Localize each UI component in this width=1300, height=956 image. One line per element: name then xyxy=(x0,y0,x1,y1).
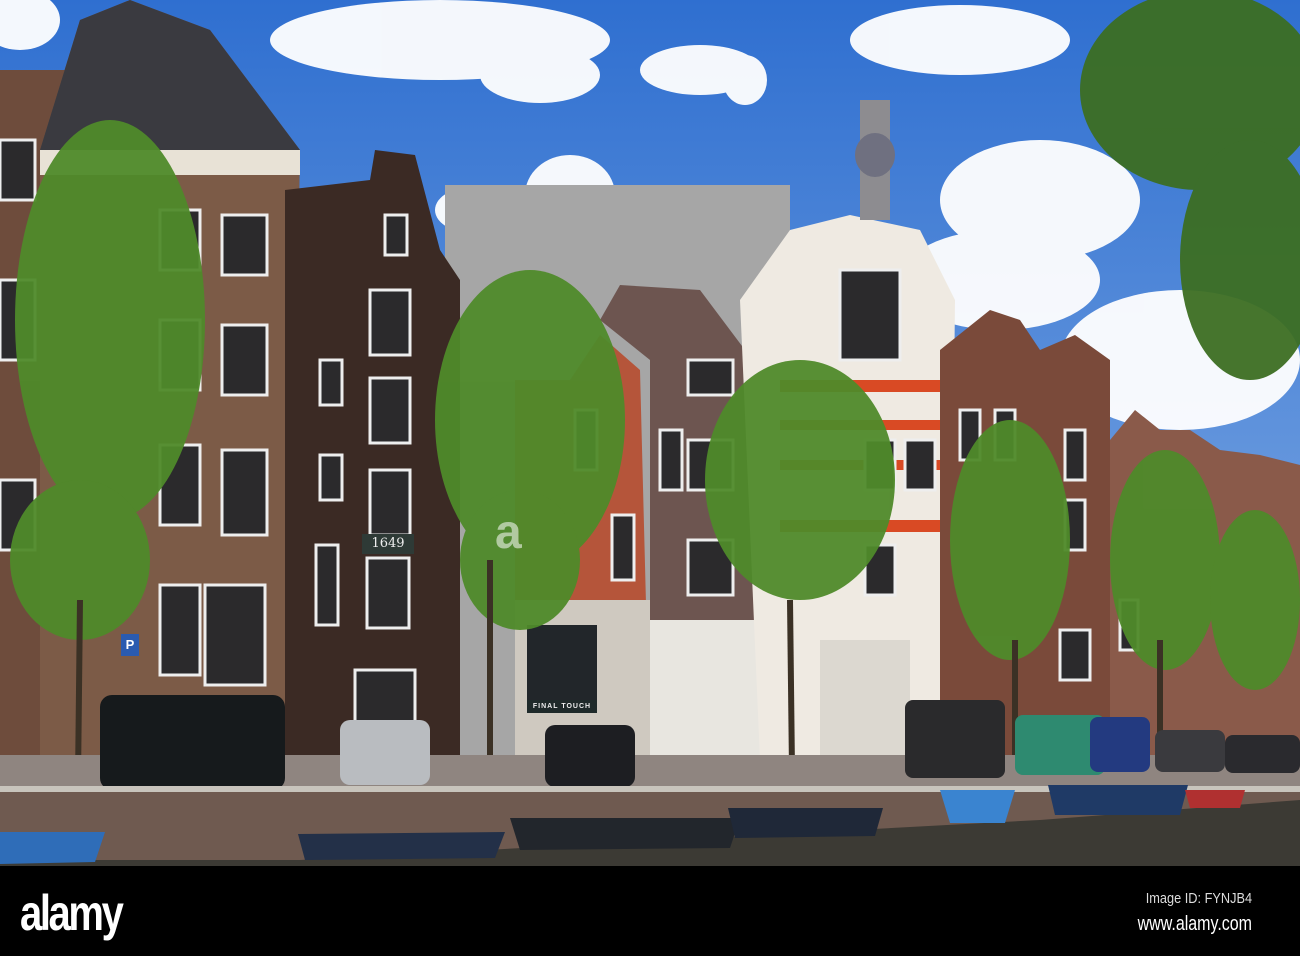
parking-sign: P xyxy=(121,634,139,656)
photo-scene: 1649 FINAL TOUCH P a alamy Image ID: FYN… xyxy=(0,0,1300,956)
boat-navy xyxy=(1048,785,1188,815)
watermark-footer: alamy Image ID: FYNJB4 www.alamy.com xyxy=(0,866,1300,956)
boat-covered xyxy=(510,818,740,850)
car-black-suv xyxy=(100,695,285,790)
car-silver xyxy=(340,720,430,785)
car-black xyxy=(545,725,635,787)
image-id: Image ID: FYNJB4 xyxy=(1145,890,1252,907)
boat-blue-cover xyxy=(0,832,105,864)
boat-blue-tarp xyxy=(940,790,1015,823)
van-blue xyxy=(1090,717,1150,772)
car-grey xyxy=(1155,730,1225,772)
shop-window xyxy=(527,625,597,700)
alamy-logo: alamy xyxy=(20,885,124,941)
shop-sign: FINAL TOUCH xyxy=(527,700,597,713)
watermark-mark: a xyxy=(495,506,522,559)
van-dark xyxy=(905,700,1005,778)
canal-photo xyxy=(0,0,1300,866)
website-link: www.alamy.com xyxy=(1137,913,1252,935)
boat-red xyxy=(1185,790,1245,808)
year-plaque: 1649 xyxy=(362,534,414,554)
boat-open xyxy=(298,832,505,860)
car-dark xyxy=(1225,735,1300,773)
boat-covered-2 xyxy=(728,808,883,838)
